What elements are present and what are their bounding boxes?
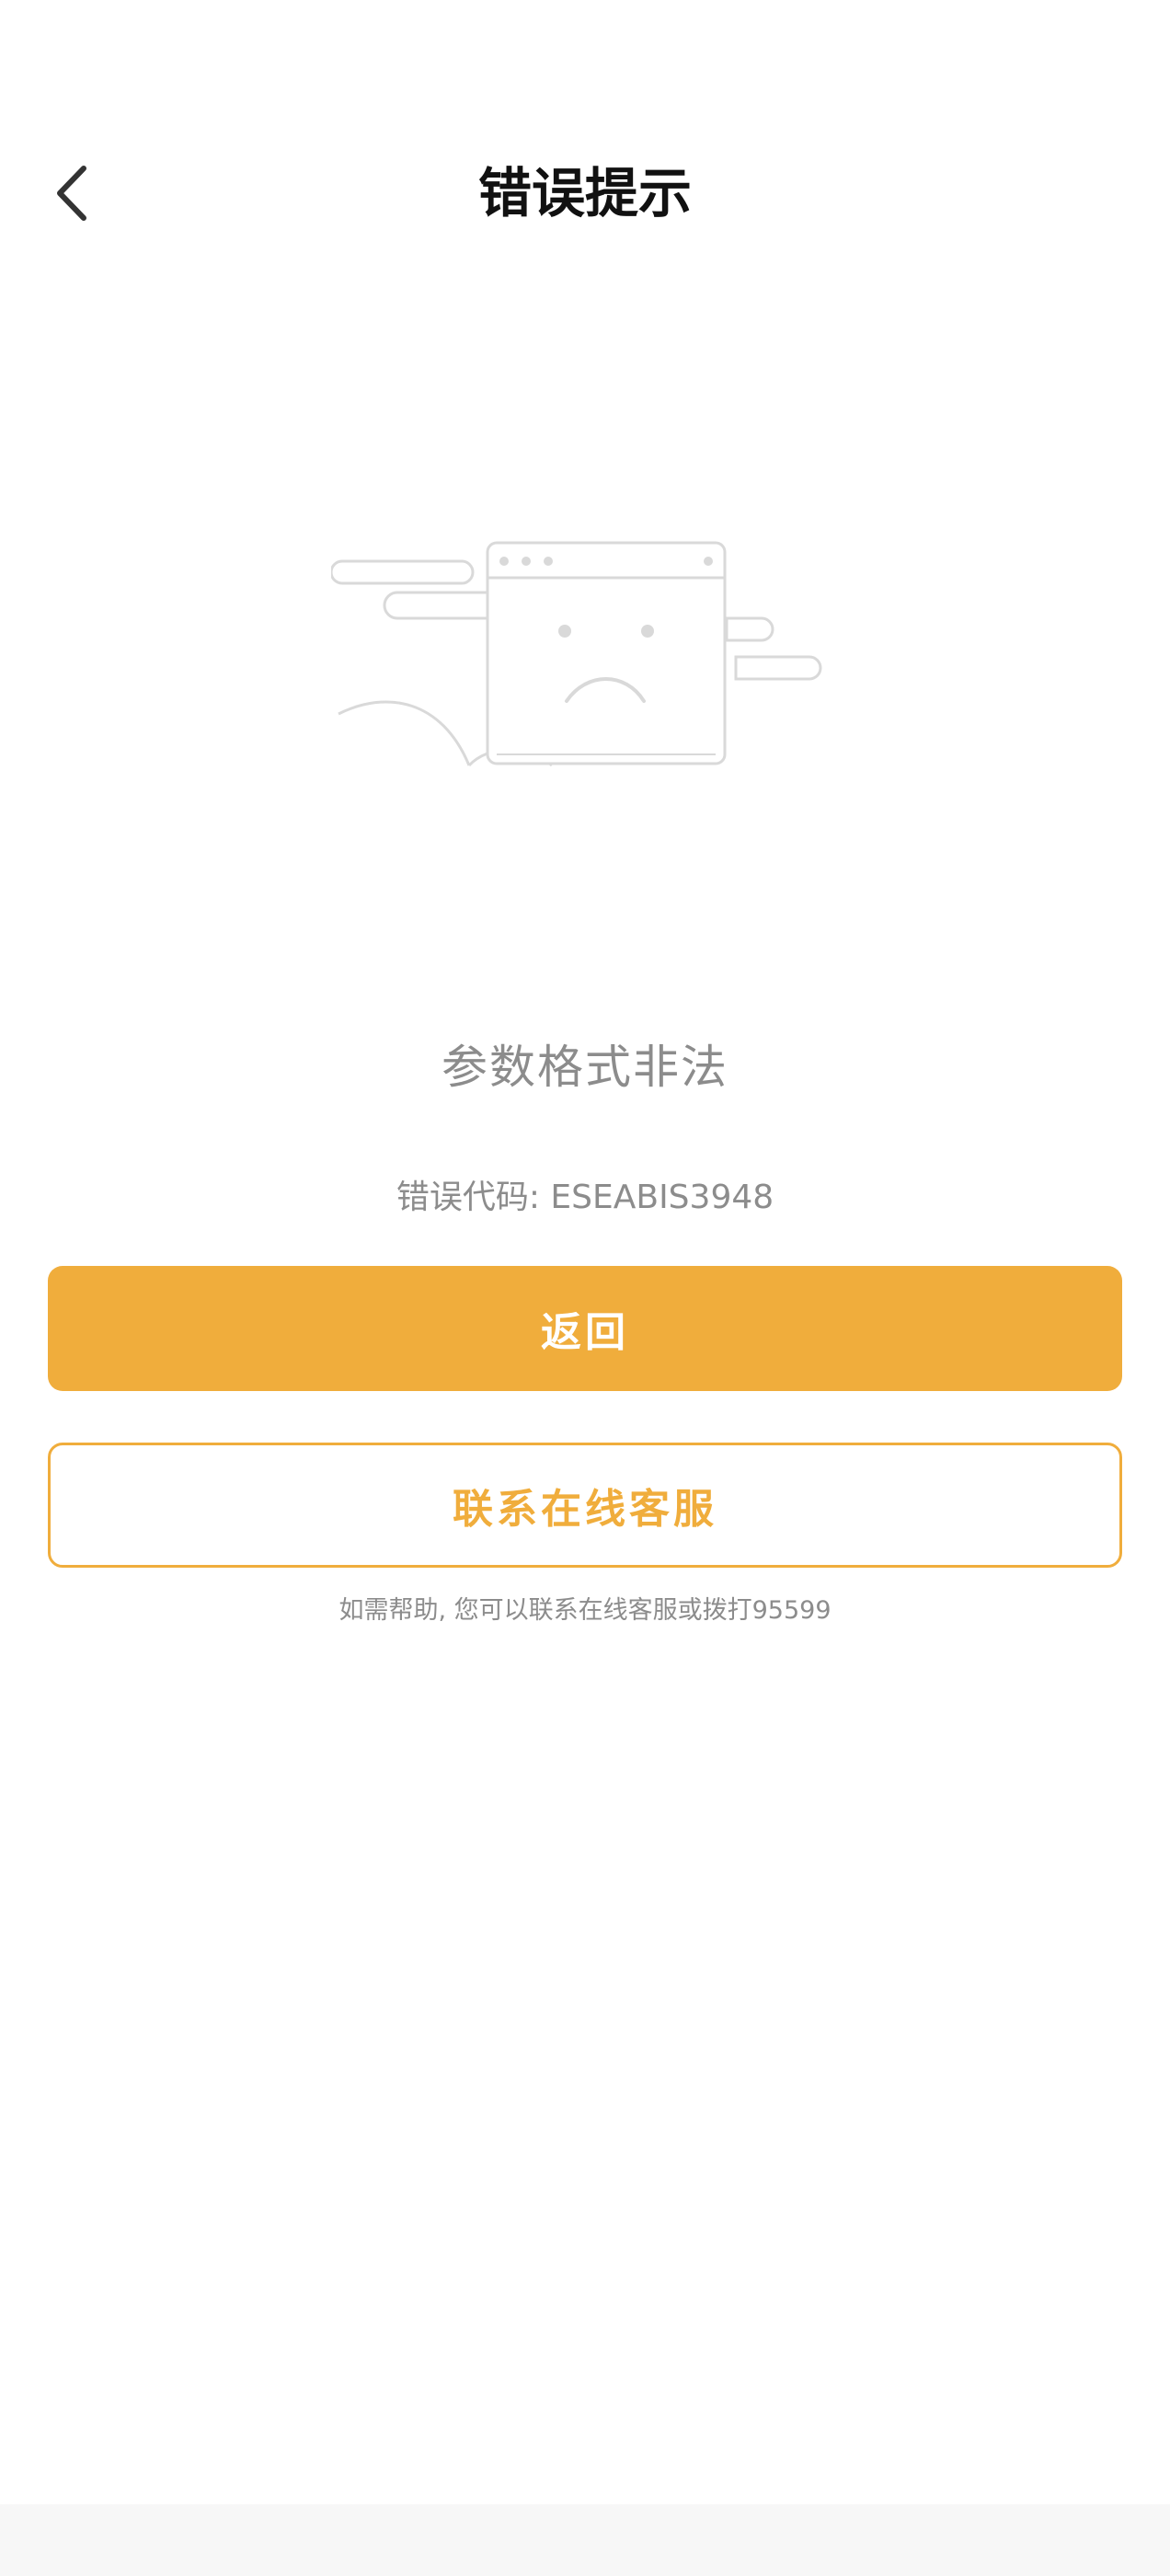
page-title: 错误提示 <box>477 162 692 224</box>
sad-browser-window-icon <box>329 541 822 767</box>
bottom-bar <box>0 2504 1170 2576</box>
back-button[interactable] <box>37 156 110 230</box>
error-message: 参数格式非法 <box>442 1041 728 1094</box>
error-page: 错误提示 参数格式非法 错误代码: ESEABIS3948 返回 联系在线客服 … <box>0 0 1170 2576</box>
chevron-left-icon <box>57 166 86 221</box>
error-code: 错误代码: ESEABIS3948 <box>396 1179 774 1216</box>
nav-bar: 错误提示 <box>0 129 1170 258</box>
error-illustration <box>329 534 828 782</box>
back-return-button[interactable]: 返回 <box>48 1266 1122 1391</box>
help-text: 如需帮助, 您可以联系在线客服或拨打95599 <box>338 1596 832 1625</box>
contact-online-service-button[interactable]: 联系在线客服 <box>48 1443 1122 1568</box>
